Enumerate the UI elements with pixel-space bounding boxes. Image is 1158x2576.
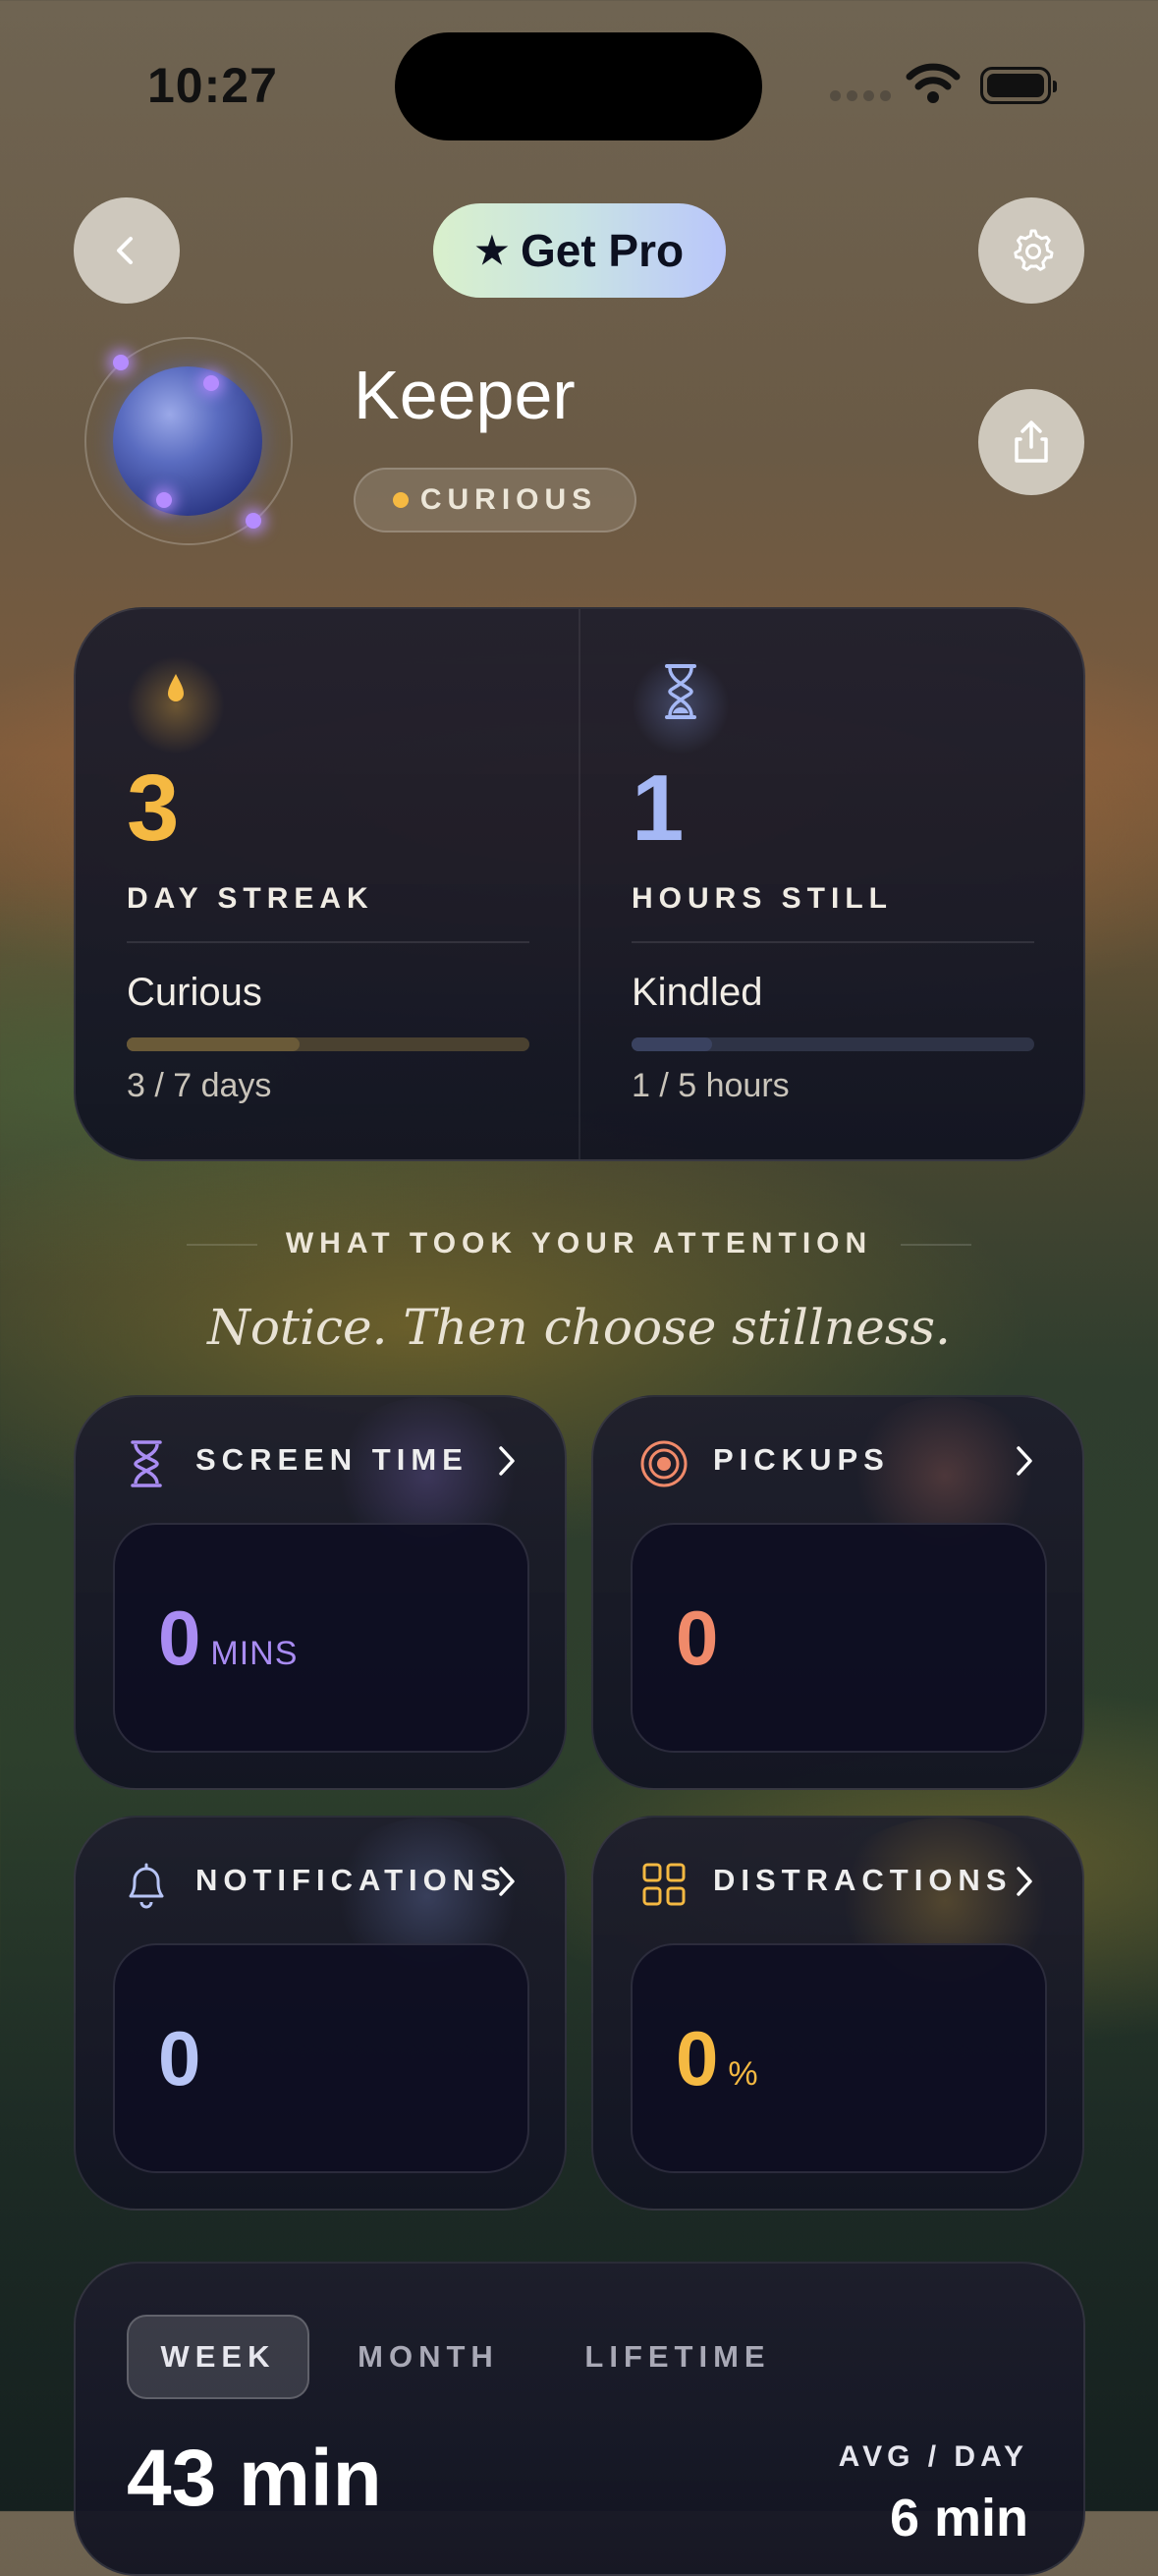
orb-spark [246, 513, 261, 529]
section-title: WHAT TOOK YOUR ATTENTION [285, 1227, 873, 1260]
screen-time-tile[interactable]: SCREEN TIME 0 MINS [74, 1395, 567, 1790]
star-icon: ★ [474, 230, 509, 272]
pickups-tile[interactable]: PICKUPS 0 [591, 1395, 1084, 1790]
chevron-left-icon [117, 237, 133, 264]
battery-icon [980, 67, 1057, 104]
hourglass-icon [665, 664, 696, 719]
pickups-label: PICKUPS [713, 1442, 890, 1477]
status-time: 10:27 [147, 58, 278, 113]
chevron-right-icon [499, 1867, 515, 1896]
orb-spark [203, 375, 219, 391]
avg-label: AVG / DAY [838, 2440, 1028, 2473]
distractions-unit: % [728, 2055, 759, 2093]
cellular-signal-icon [830, 90, 891, 101]
get-pro-label: Get Pro [520, 225, 685, 276]
gear-icon [1014, 229, 1054, 271]
streak-progress-fill [127, 1037, 301, 1051]
summary-card: WEEK MONTH LIFETIME 43 min AVG / DAY 6 m… [74, 2262, 1085, 2576]
tab-lifetime[interactable]: LIFETIME [575, 2315, 781, 2399]
dynamic-island [395, 32, 762, 140]
chevron-right-icon [1017, 1867, 1032, 1896]
pickups-value: 0 [676, 1595, 719, 1681]
tab-month[interactable]: MONTH [345, 2315, 512, 2399]
hourglass-icon [131, 1440, 162, 1487]
screen-time-value-row: 0 MINS [158, 1594, 298, 1683]
get-pro-button[interactable]: ★ Get Pro [433, 203, 726, 298]
hours-rule [632, 941, 1034, 943]
target-icon [640, 1440, 688, 1487]
hours-progress-fill [632, 1037, 712, 1051]
notifications-value: 0 [158, 2015, 201, 2101]
stats-card: 3 DAY STREAK Curious 3 / 7 days 1 HOURS … [74, 607, 1085, 1161]
streak-progress-text: 3 / 7 days [127, 1067, 272, 1104]
screen-time-label: SCREEN TIME [195, 1442, 469, 1477]
chevron-right-icon [1017, 1446, 1032, 1476]
apps-grid-icon [642, 1863, 686, 1906]
settings-button[interactable] [978, 197, 1084, 304]
hours-progress-text: 1 / 5 hours [632, 1067, 790, 1104]
streak-label: DAY STREAK [127, 882, 374, 915]
distractions-tile[interactable]: DISTRACTIONS 0% [591, 1816, 1084, 2211]
profile-name: Keeper [354, 357, 576, 433]
share-icon [1015, 420, 1048, 463]
streak-rule [127, 941, 529, 943]
notifications-tile[interactable]: NOTIFICATIONS 0 [74, 1816, 567, 2211]
share-button[interactable] [978, 389, 1084, 495]
screen-time-unit: MINS [210, 1635, 299, 1672]
level-badge: CURIOUS [354, 468, 636, 532]
streak-progress-bar [127, 1037, 529, 1051]
wifi-icon [906, 63, 961, 103]
orb-spark [113, 355, 129, 370]
screen-time-panel: 0 MINS [113, 1523, 529, 1753]
badge-dot-icon [392, 492, 409, 508]
back-button[interactable] [74, 197, 180, 304]
chevron-right-icon [499, 1446, 515, 1476]
notifications-label: NOTIFICATIONS [195, 1863, 507, 1897]
distractions-panel: 0% [631, 1943, 1047, 2173]
badge-label: CURIOUS [419, 483, 598, 516]
hours-value: 1 [632, 756, 685, 861]
distractions-value: 0 [676, 2015, 719, 2101]
section-tagline: Notice. Then choose stillness. [207, 1299, 951, 1356]
tab-week[interactable]: WEEK [127, 2315, 309, 2399]
screen-time-value: 0 [158, 1595, 201, 1681]
streak-value: 3 [127, 756, 180, 861]
avg-value: 6 min [889, 2489, 1028, 2548]
orb-spark [156, 492, 172, 508]
avatar-orb[interactable] [113, 366, 262, 516]
stats-divider [579, 609, 580, 1159]
bell-icon [129, 1863, 164, 1909]
flame-icon [168, 674, 184, 701]
streak-level: Curious [127, 971, 262, 1014]
hours-level: Kindled [632, 971, 763, 1014]
distractions-label: DISTRACTIONS [713, 1863, 1013, 1897]
hours-label: HOURS STILL [632, 882, 893, 915]
distractions-value-row: 0% [676, 2014, 759, 2103]
hours-progress-bar [632, 1037, 1034, 1051]
notifications-panel: 0 [113, 1943, 529, 2173]
pickups-panel: 0 [631, 1523, 1047, 1753]
